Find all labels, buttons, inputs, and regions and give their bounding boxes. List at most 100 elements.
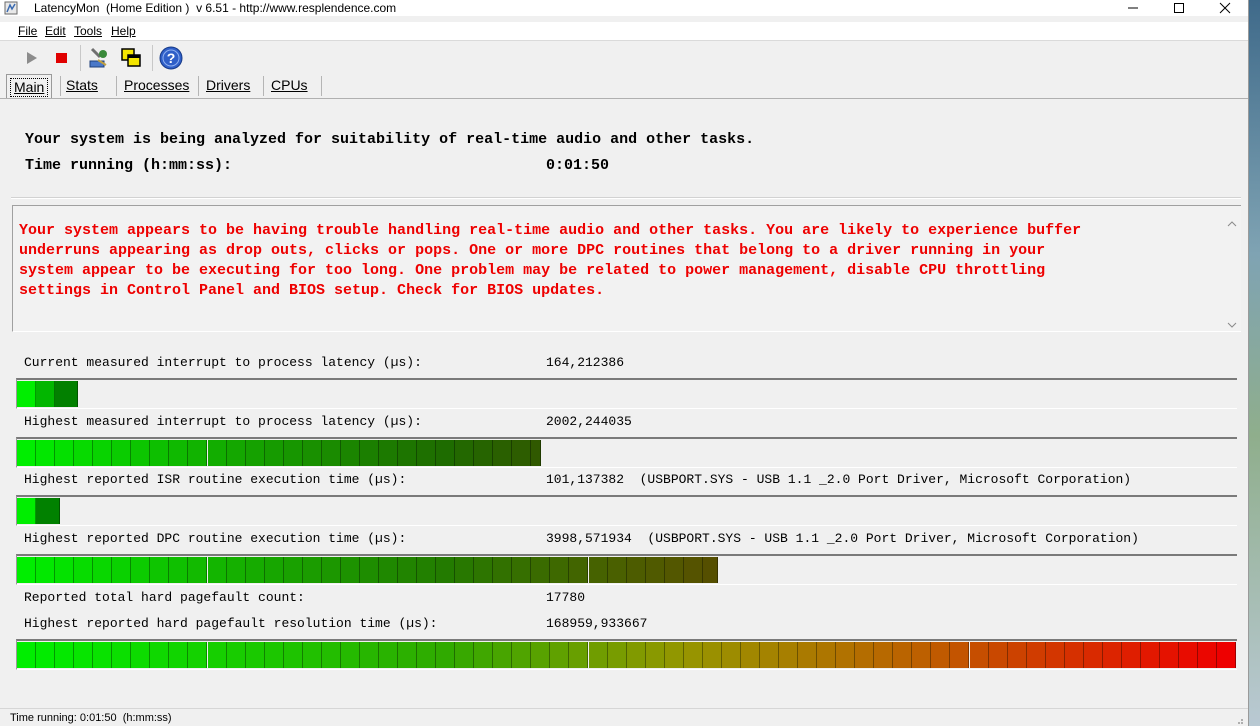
meter-segment (1198, 642, 1218, 668)
stop-button[interactable] (48, 45, 74, 71)
meter-segment (74, 642, 94, 668)
meter-segment (455, 642, 475, 668)
meter-pagefault-time (16, 639, 1237, 670)
stat-value-isr-time: 101,137382 (USBPORT.SYS - USB 1.1 _2.0 P… (546, 472, 1132, 487)
menu-tools[interactable]: Tools (74, 24, 102, 38)
meter-segment (283, 642, 303, 668)
meter-segment (493, 440, 513, 466)
menu-edit[interactable]: Edit (45, 24, 66, 38)
menu-help-label: Help (111, 24, 136, 38)
tab-bar: Main Stats Processes Drivers CPUs (0, 72, 1248, 99)
meter-segment (36, 381, 56, 407)
meter-segment (1217, 642, 1236, 668)
meter-segment (17, 557, 37, 583)
meter-segment (1045, 642, 1065, 668)
meter-segment (779, 642, 799, 668)
meter-segment (912, 642, 932, 668)
status-text: Time running: 0:01:50 (h:mm:ss) (10, 712, 172, 724)
meter-segment (283, 557, 303, 583)
stat-value-dpc-time: 3998,571934 (USBPORT.SYS - USB 1.1 _2.0 … (546, 531, 1139, 546)
menu-file[interactable]: File (18, 24, 37, 38)
help-button[interactable]: ? (158, 45, 184, 71)
scroll-up-icon[interactable] (1227, 220, 1237, 228)
meter-segment (245, 440, 265, 466)
meter-segment (245, 557, 265, 583)
meter-segment (55, 557, 75, 583)
meter-segment (1140, 642, 1160, 668)
meter-segment (531, 557, 551, 583)
meter-segment (398, 642, 418, 668)
tab-stats[interactable]: Stats (66, 74, 98, 98)
meter-segment (817, 642, 837, 668)
meter-fill-current-latency (17, 381, 78, 407)
meter-segment (474, 642, 494, 668)
time-running-value: 0:01:50 (546, 157, 610, 174)
meter-segment (607, 557, 627, 583)
meter-dpc-time (16, 554, 1237, 585)
meter-segment (36, 557, 56, 583)
tab-drivers[interactable]: Drivers (206, 74, 250, 98)
meter-segment (645, 557, 665, 583)
meter-segment (474, 557, 494, 583)
meter-segment (340, 440, 360, 466)
status-bar: Time running: 0:01:50 (h:mm:ss) (0, 708, 1248, 726)
meter-segment (588, 557, 608, 583)
meter-segment (1179, 642, 1199, 668)
tools-button[interactable] (86, 45, 112, 71)
tab-separator (198, 76, 199, 96)
meter-segment (226, 557, 246, 583)
tab-main[interactable]: Main (6, 74, 52, 99)
meter-segment (683, 642, 703, 668)
menu-tools-label: Tools (74, 24, 103, 38)
scroll-down-icon[interactable] (1227, 321, 1237, 329)
meter-segment (436, 440, 456, 466)
menu-help[interactable]: Help (111, 24, 136, 38)
windows-button[interactable] (118, 45, 144, 71)
meter-segment (378, 557, 398, 583)
close-button[interactable] (1202, 0, 1248, 16)
meter-segment (36, 642, 56, 668)
tools-icon (89, 47, 107, 68)
meter-segment (969, 642, 989, 668)
meter-segment (607, 642, 627, 668)
minimize-button[interactable] (1110, 0, 1156, 16)
meter-segment (398, 557, 418, 583)
meter-segment (264, 440, 284, 466)
meter-segment (512, 557, 532, 583)
start-button[interactable] (18, 45, 44, 71)
meter-segment (664, 642, 684, 668)
meter-segment (836, 642, 856, 668)
meter-segment (1007, 642, 1027, 668)
tab-separator (116, 76, 117, 96)
meter-segment (398, 440, 418, 466)
meter-segment (150, 557, 170, 583)
tab-processes[interactable]: Processes (124, 74, 189, 98)
meter-segment (512, 642, 532, 668)
meter-segment (664, 557, 684, 583)
meter-highest-latency (16, 437, 1237, 468)
meter-segment (359, 642, 379, 668)
meter-segment (112, 440, 132, 466)
conclusion-box[interactable]: Your system appears to be having trouble… (12, 205, 1241, 332)
meter-segment (74, 440, 94, 466)
meter-segment (169, 557, 189, 583)
stat-label-isr-time: Highest reported ISR routine execution t… (24, 472, 407, 487)
meter-fill-isr-time (17, 498, 60, 524)
menu-file-label: File (18, 24, 38, 38)
meter-segment (55, 642, 75, 668)
meter-segment (721, 642, 741, 668)
meter-segment (474, 440, 494, 466)
play-icon (27, 52, 37, 64)
meter-segment (17, 440, 37, 466)
meter-segment (1121, 642, 1141, 668)
conclusion-text: Your system appears to be having trouble… (19, 222, 1082, 299)
meter-segment (264, 557, 284, 583)
stop-icon (56, 53, 67, 63)
title-bar[interactable]: LatencyMon (Home Edition ) v 6.51 - http… (0, 0, 1248, 16)
meter-segment (245, 642, 265, 668)
tab-cpus[interactable]: CPUs (271, 74, 308, 98)
meter-segment (626, 557, 646, 583)
maximize-button[interactable] (1156, 0, 1202, 16)
meter-segment (112, 557, 132, 583)
resize-grip-icon[interactable] (1234, 715, 1244, 725)
